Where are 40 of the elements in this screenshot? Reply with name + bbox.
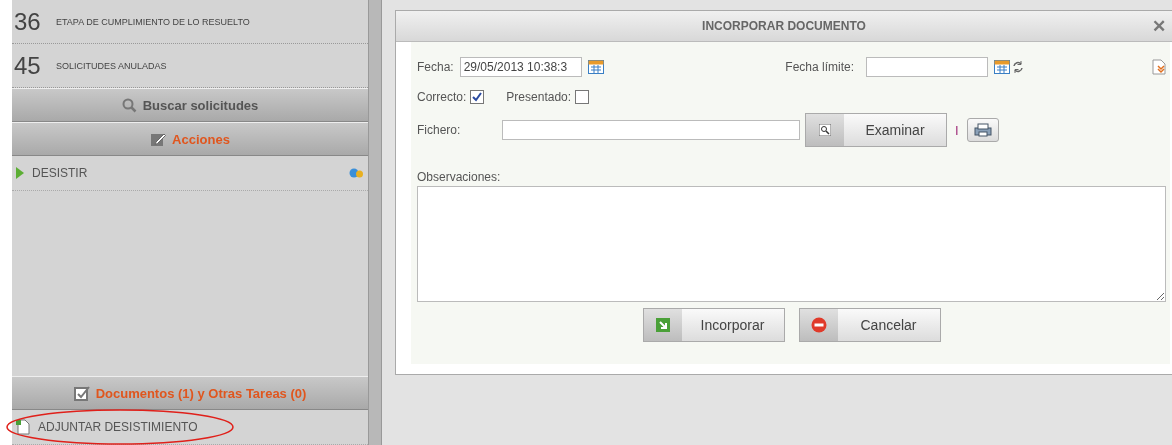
checkbox-label: Presentado: [506,90,572,104]
search-icon [819,124,831,136]
counter-label: SOLICITUDES ANULADAS [56,60,167,71]
refresh-icon[interactable] [1012,61,1024,73]
checkbox[interactable] [470,90,485,104]
cancel-button[interactable]: Cancelar [798,308,941,342]
submit-button[interactable]: Incorporar [642,308,785,342]
counter-number: 36 [14,7,42,36]
field-label: Fecha límite: [785,60,854,74]
date-field[interactable]: 29/05/2013 10:38:3 [459,57,582,77]
close-button[interactable]: ✕ [1152,16,1166,37]
calendar-icon[interactable] [994,60,1010,74]
counter-number: 45 [14,51,42,80]
counter-label: ETAPA DE CUMPLIMIENTO DE LO RESUELTO [56,16,250,27]
date-field[interactable] [866,57,988,77]
document-icon [16,419,30,435]
section-header[interactable]: Buscar solicitudes [12,88,368,122]
dialog-title: INCORPORAR DOCUMENTO [702,19,866,33]
browse-button[interactable]: Examinar [805,113,947,147]
checkbox-icon [73,385,90,401]
calendar-icon[interactable] [587,60,604,74]
file-field[interactable] [502,120,800,140]
play-icon [16,167,24,179]
splitter-handle[interactable] [368,0,382,445]
checkbox-label: Correcto: [417,90,467,104]
checkbox[interactable] [575,90,590,104]
field-label: Fecha: [417,60,454,74]
field-label: Observaciones: [417,170,502,184]
action-item[interactable]: ADJUNTAR DESISTIMIENTO [12,410,368,445]
printer-icon [973,123,992,137]
print-button[interactable] [966,118,999,142]
separator-text: I [955,122,959,138]
arrow-icon [655,318,670,332]
action-item[interactable]: DESISTIR [12,156,368,191]
edit-icon [150,131,167,147]
observations-field[interactable] [417,186,1166,302]
document-icon[interactable] [1152,59,1166,75]
stop-icon [810,317,827,333]
field-label: Fichero: [417,123,462,137]
search-icon [121,97,137,113]
